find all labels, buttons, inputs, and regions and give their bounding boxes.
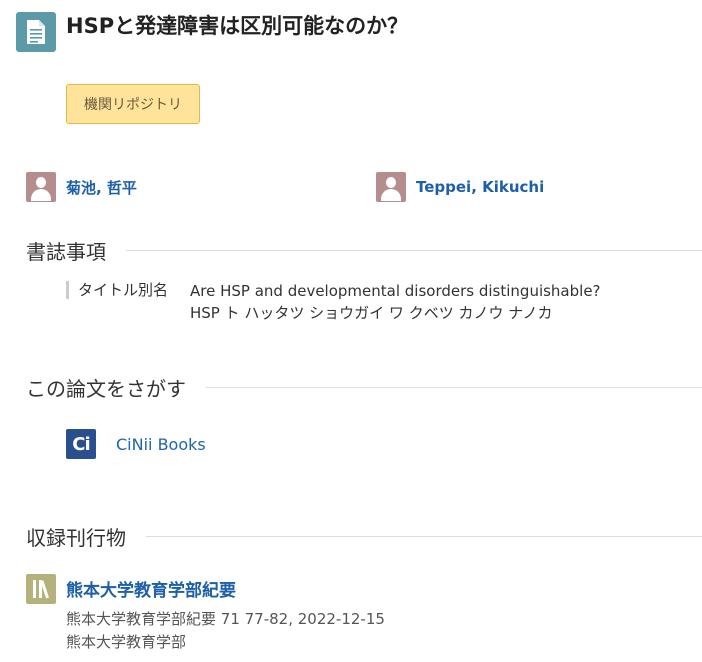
person-icon <box>376 172 406 202</box>
article-page: HSPと発達障害は区別可能なのか？ 機関リポジトリ 菊池, 哲平 Teppei,… <box>0 0 702 662</box>
section-divider <box>146 535 702 537</box>
section-title: 収録刊行物 <box>26 525 126 550</box>
section-title: この論文をさがす <box>26 376 186 401</box>
bibliography-key: タイトル別名 <box>78 281 169 299</box>
author-name-link[interactable]: 菊池, 哲平 <box>66 177 137 198</box>
section-heading-bibliography: 書誌事項 <box>26 236 702 264</box>
person-icon <box>26 172 56 202</box>
document-icon <box>16 12 56 52</box>
alternative-title-kana: HSP ト ハッタツ ショウガイ ワ クベツ カノウ ナノカ <box>190 304 553 322</box>
author-name-link[interactable]: Teppei, Kikuchi <box>416 178 544 196</box>
author-item[interactable]: Teppei, Kikuchi <box>376 172 544 202</box>
cinii-logo-icon: Ci <box>66 429 96 459</box>
section-heading-journal: 収録刊行物 <box>26 522 702 550</box>
journal-books-icon <box>26 574 56 604</box>
bibliography-values: Are HSP and developmental disorders dist… <box>190 280 601 324</box>
page-title: HSPと発達障害は区別可能なのか？ <box>66 14 409 38</box>
bibliography-row: タイトル別名 Are HSP and developmental disorde… <box>66 280 686 324</box>
author-item[interactable]: 菊池, 哲平 <box>26 172 137 202</box>
journal-name-link[interactable]: 熊本大学教育学部紀要 <box>66 576 236 601</box>
section-divider <box>206 386 702 388</box>
section-divider <box>126 249 702 251</box>
repository-badge[interactable]: 機関リポジトリ <box>66 84 200 124</box>
cinii-books-label[interactable]: CiNii Books <box>116 435 206 454</box>
row-marker <box>66 281 69 299</box>
journal-publisher: 熊本大学教育学部 <box>66 633 187 651</box>
section-title: 書誌事項 <box>26 239 106 264</box>
alternative-title-en: Are HSP and developmental disorders dist… <box>190 282 601 300</box>
cinii-books-link[interactable]: Ci CiNii Books <box>66 429 206 459</box>
journal-citation: 熊本大学教育学部紀要 71 77-82, 2022-12-15 <box>66 610 385 628</box>
section-heading-search: この論文をさがす <box>26 373 702 401</box>
